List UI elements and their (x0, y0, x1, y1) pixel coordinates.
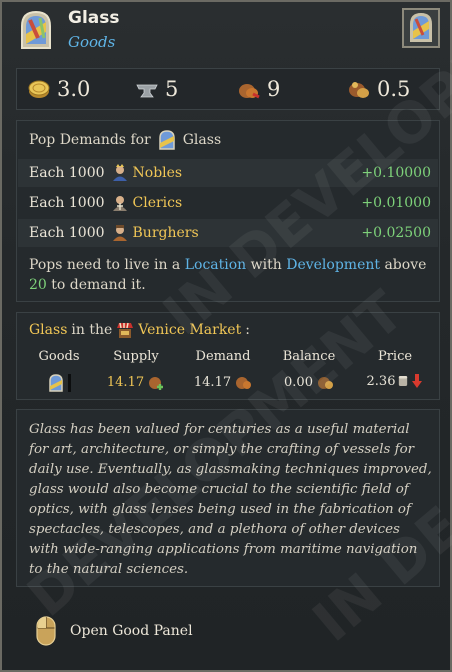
supply-sack-icon (149, 377, 164, 390)
market-stall-icon (117, 322, 134, 338)
demand-row-clerics: Each 1000 Clerics +0.01000 (29, 190, 431, 216)
stat-value: 0.5 (377, 77, 411, 101)
stained-glass-icon (159, 130, 175, 150)
stained-glass-icon (49, 374, 63, 392)
pop-demands-heading: Pop Demands for Glass (29, 129, 221, 151)
description-panel: Glass has been valued for centuries as a… (16, 409, 440, 587)
price-value: 2.36 (366, 373, 396, 389)
market-price-cell[interactable]: 2.36 (357, 373, 433, 389)
demand-each: Each 1000 (29, 195, 105, 211)
stat-production[interactable]: 5 (135, 77, 178, 101)
trade-goods-icon (349, 82, 369, 98)
coin-stack-icon (399, 376, 408, 386)
market-heading: Glass in the Venice Market: (29, 321, 250, 339)
burghers-icon (112, 225, 127, 241)
stat-value: 3.0 (57, 77, 91, 101)
market-good-name[interactable]: Glass (29, 322, 67, 338)
demand-row-nobles: Each 1000 Nobles +0.10000 (29, 160, 431, 186)
good-category[interactable]: Goods (68, 33, 115, 51)
good-title: Glass (68, 8, 120, 28)
pop-demands-panel: Pop Demands for Glass Each 1000 Nobles +… (16, 120, 440, 302)
gold-coins-icon (28, 80, 50, 98)
note-text: above (384, 257, 427, 273)
demand-each: Each 1000 (29, 165, 105, 181)
open-good-panel-hint[interactable]: Open Good Panel (36, 616, 193, 646)
demand-requirement-note: Pops need to live in a Location with Dev… (29, 255, 429, 295)
price-down-arrow-icon (412, 374, 423, 388)
note-text: Pops need to live in a (29, 257, 181, 273)
location-link[interactable]: Location (185, 257, 246, 273)
pop-name: Clerics (132, 195, 183, 211)
market-good-cell[interactable] (29, 373, 89, 393)
pop-name: Nobles (132, 165, 183, 181)
pop-nobles[interactable]: Nobles (111, 164, 183, 182)
note-text: with (250, 257, 282, 273)
col-balance-header: Balance (282, 349, 336, 364)
note-text: to demand it. (51, 277, 146, 293)
col-goods-header: Goods (38, 349, 80, 364)
anvil-icon (136, 84, 158, 98)
mouse-icon (36, 616, 56, 646)
tooltip-header: Glass Goods (2, 2, 450, 60)
stock-bar (68, 374, 71, 392)
demand-value: 14.17 (193, 374, 232, 390)
market-supply-cell[interactable]: 14.17 (101, 373, 171, 391)
stained-glass-icon (16, 8, 56, 52)
stat-demand[interactable]: 9 (237, 77, 280, 101)
stained-glass-icon (410, 13, 432, 42)
development-link[interactable]: Development (286, 257, 380, 273)
good-panel-button[interactable] (402, 8, 440, 48)
heading-good[interactable]: Glass (183, 132, 221, 148)
tooltip-frame: Glass Goods 3.0 5 9 0.5 Pop Demands for … (0, 0, 452, 672)
market-colon: : (245, 322, 250, 338)
stat-trade[interactable]: 0.5 (347, 77, 410, 101)
nobles-icon (112, 164, 127, 181)
balance-sack-icon (317, 377, 333, 389)
demand-value: +0.01000 (361, 195, 431, 211)
development-threshold: 20 (29, 277, 47, 293)
stat-value: 5 (165, 77, 179, 101)
demand-each: Each 1000 (29, 225, 105, 241)
open-good-panel-label: Open Good Panel (70, 623, 193, 639)
goods-sack-icon (239, 84, 260, 99)
stat-base-price[interactable]: 3.0 (27, 77, 90, 101)
market-balance-cell[interactable]: 0.00 (273, 373, 345, 391)
heading-prefix: Pop Demands for (29, 132, 151, 148)
market-in-the: in the (71, 322, 113, 338)
pop-clerics[interactable]: Clerics (111, 194, 183, 212)
balance-value: 0.00 (284, 374, 313, 390)
col-supply-header: Supply (113, 349, 159, 364)
stat-value: 9 (267, 77, 281, 101)
good-description: Glass has been valued for centuries as a… (29, 422, 432, 577)
clerics-icon (112, 196, 127, 211)
market-demand-cell[interactable]: 14.17 (185, 373, 261, 391)
demand-sack-icon (236, 377, 252, 389)
good-stats-bar: 3.0 5 9 0.5 (16, 68, 440, 110)
demand-row-burghers: Each 1000 Burghers +0.02500 (29, 220, 431, 246)
pop-name: Burghers (132, 225, 199, 241)
col-demand-header: Demand (195, 349, 251, 364)
demand-value: +0.10000 (361, 165, 431, 181)
col-price-header: Price (377, 349, 413, 364)
market-name[interactable]: Venice Market (138, 322, 241, 338)
market-panel: Glass in the Venice Market: Goods Supply… (16, 312, 440, 400)
pop-burghers[interactable]: Burghers (111, 224, 199, 242)
supply-value: 14.17 (106, 374, 145, 390)
demand-value: +0.02500 (361, 225, 431, 241)
